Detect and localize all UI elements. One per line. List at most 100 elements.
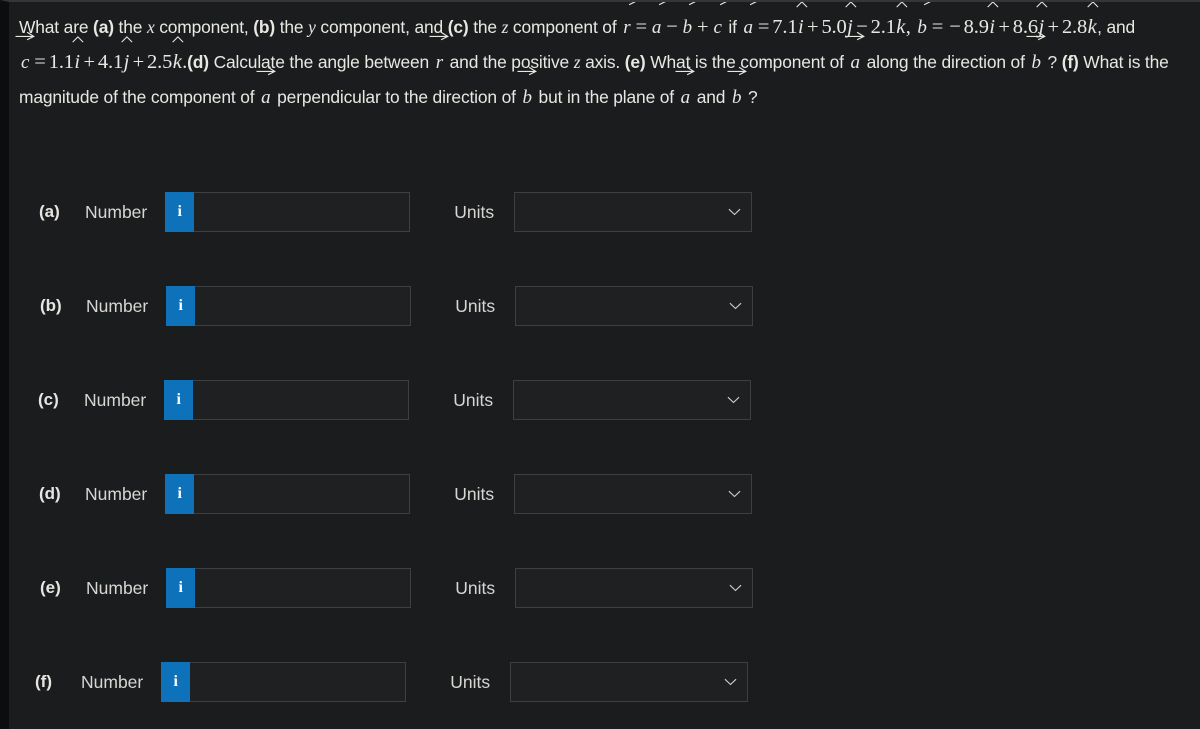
unit-vector-i: i [987,2,999,45]
part-label-e-inline: (e) [624,52,646,72]
unit-vector-k: k [1087,2,1099,45]
equals-sign: = [635,16,647,38]
equation-vector-a: a = 7.1 i +5.0 j −2.1 k, [738,2,911,38]
question-segment: the [468,17,502,37]
plus-sign: + [83,51,95,73]
hat-icon [120,36,135,43]
vector-a-symbol: a [675,66,696,115]
units-select-a[interactable] [514,192,753,232]
part-label-d: (d) [39,484,61,503]
hat-icon [843,2,858,8]
info-icon[interactable]: i [165,192,195,232]
units-select-c[interactable] [513,380,752,420]
hat-icon [986,2,1001,8]
minus-sign: − [949,16,961,38]
number-input-b[interactable] [195,287,411,325]
vector-b-symbol: b [912,2,932,45]
info-icon[interactable]: i [164,380,194,420]
chevron-down-icon [724,678,737,687]
answer-row: (b) Number i Units [9,276,1200,370]
part-label-a: (a) [39,202,60,221]
vector-c-symbol: c [15,31,36,80]
b-coefficient-k: 2.8 [1061,16,1088,38]
units-label: Units [450,671,491,692]
comma: , [905,16,911,38]
answer-row: (f) Number i Units [9,652,1200,729]
question-segment: What is the component of [645,52,849,72]
question-segment: ? [743,87,758,107]
question-segment: the [275,17,309,37]
vector-a-symbol: a [256,66,276,115]
question-segment: component, and [315,17,448,37]
b-coefficient-j: 8.6 [1012,16,1038,38]
overarrow-icon [677,2,697,6]
number-label: Number [86,295,149,316]
question-segment: , and [1097,17,1136,37]
number-label: Number [86,577,149,598]
info-icon[interactable]: i [166,568,196,608]
unit-vector-k: k [896,2,908,45]
number-label: Number [81,671,144,692]
question-segment: Calculate the angle between [208,52,434,72]
units-select-b[interactable] [515,286,754,326]
question-segment: axis. [580,52,625,72]
units-label: Units [455,577,496,598]
vector-b-symbol: b [1026,31,1047,80]
plus-sign: + [132,51,145,73]
plus-sign: + [697,16,709,38]
plus-sign: + [1047,16,1060,38]
part-label-e: (e) [40,578,61,597]
part-label-c: (c) [38,390,59,409]
c-coefficient-i: 1.1 [48,51,74,73]
overarrow-icon [616,2,637,6]
part-label-f-inline: (f) [1061,52,1079,72]
plus-sign: + [998,16,1010,38]
units-select-d[interactable] [514,474,753,514]
info-icon[interactable]: i [165,474,195,514]
equation-vector-c: c = 1.1 i +4.1 j +2.5 k. [15,31,187,73]
vector-r-symbol: r [429,31,450,80]
equals-sign: = [757,16,770,38]
minus-sign: − [856,16,868,38]
c-coefficient-j: 4.1 [97,51,124,73]
number-label: Number [84,389,147,410]
overarrow-icon [646,2,666,6]
part-label-a-inline: (a) [93,17,114,37]
minus-sign: − [666,16,678,38]
c-coefficient-k: 2.5 [147,51,173,73]
vector-a-symbol: a [738,2,758,45]
equals-sign: = [931,16,944,38]
answer-row: (e) Number i Units [9,558,1200,652]
chevron-down-icon [727,396,740,405]
units-select-f[interactable] [510,662,749,702]
answer-row: (c) Number i Units [9,370,1200,464]
number-field-f: i [161,662,407,702]
hat-icon [71,36,86,43]
number-field-d: i [165,474,411,514]
units-label: Units [454,201,495,222]
number-input-d[interactable] [194,475,410,513]
vector-a-symbol: a [845,31,866,80]
vector-a-symbol: a [647,2,666,45]
question-segment: What are [19,17,94,37]
plus-sign: + [807,16,819,38]
units-select-e[interactable] [515,568,754,608]
chevron-down-icon [728,490,741,499]
unit-vector-j: j [845,2,857,45]
vector-c-symbol: c [708,2,727,45]
info-icon[interactable]: i [166,286,196,326]
chevron-down-icon [729,302,742,311]
unit-vector-i: i [796,2,808,45]
number-input-c[interactable] [193,381,409,419]
question-segment: if [728,17,737,37]
chevron-down-icon [728,208,741,217]
number-input-e[interactable] [195,569,411,607]
info-icon[interactable]: i [161,662,191,702]
number-input-a[interactable] [194,193,410,231]
answer-row: (a) Number i Units [9,182,1200,276]
part-label-b: (b) [40,296,62,315]
units-label: Units [453,389,494,410]
a-coefficient-k: 2.1 [870,16,896,38]
number-input-f[interactable] [190,663,406,701]
unit-vector-i: i [72,36,84,80]
